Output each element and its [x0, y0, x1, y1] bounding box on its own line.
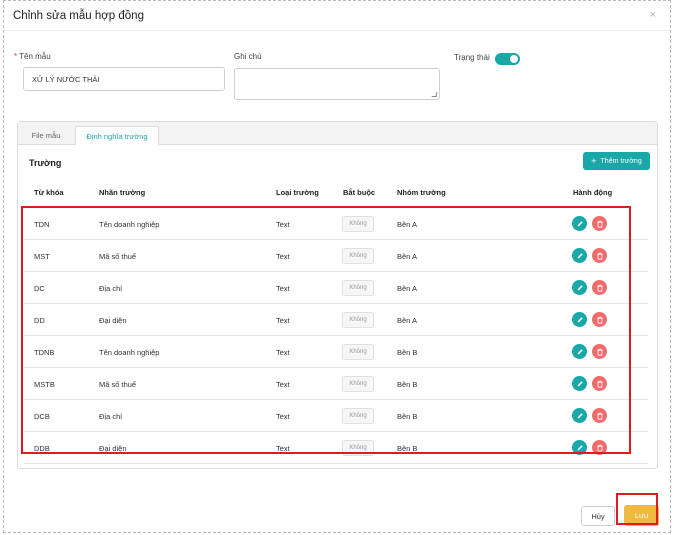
cell-label: Mã số thuế — [99, 251, 137, 261]
cell-type: Text — [276, 315, 290, 325]
delete-icon[interactable] — [592, 312, 607, 327]
table-row: DC Địa chỉ Text Không Bên A — [24, 272, 648, 304]
table-row: MST Mã số thuế Text Không Bên A — [24, 240, 648, 272]
table-row: TDNB Tên doanh nghiệp Text Không Bên B — [24, 336, 648, 368]
add-field-label: Thêm trường — [600, 157, 642, 165]
table-row: DD Đại diện Text Không Bên A — [24, 304, 648, 336]
required-badge: Không — [342, 248, 374, 264]
cell-type: Text — [276, 219, 290, 229]
cell-type: Text — [276, 283, 290, 293]
edit-icon[interactable] — [572, 408, 587, 423]
edit-icon[interactable] — [572, 440, 587, 455]
cell-type: Text — [276, 379, 290, 389]
edit-icon[interactable] — [572, 280, 587, 295]
required-mark: * — [14, 52, 18, 61]
delete-icon[interactable] — [592, 376, 607, 391]
cell-type: Text — [276, 347, 290, 357]
cell-label: Đại diện — [99, 443, 127, 453]
cell-label: Địa chỉ — [99, 411, 122, 421]
cell-label: Đại diện — [99, 315, 127, 325]
delete-icon[interactable] — [592, 344, 607, 359]
cell-key: TDNB — [34, 347, 55, 357]
delete-icon[interactable] — [592, 440, 607, 455]
cell-group: Bên B — [397, 411, 418, 421]
status-toggle[interactable] — [495, 53, 520, 65]
required-badge: Không — [342, 376, 374, 392]
edit-icon[interactable] — [572, 312, 587, 327]
fields-section-title: Trường — [29, 158, 62, 168]
cell-group: Bên B — [397, 347, 418, 357]
required-badge: Không — [342, 280, 374, 296]
cell-group: Bên A — [397, 219, 418, 229]
cell-type: Text — [276, 251, 290, 261]
add-field-button[interactable]: + Thêm trường — [583, 152, 650, 170]
delete-icon[interactable] — [592, 280, 607, 295]
col-header-label: Nhãn trường — [99, 188, 146, 197]
cell-key: TDN — [34, 219, 50, 229]
required-badge: Không — [342, 216, 374, 232]
edit-icon[interactable] — [572, 344, 587, 359]
cell-key: DCB — [34, 411, 50, 421]
cancel-button[interactable]: Hủy — [581, 506, 615, 526]
edit-contract-template-modal: Chỉnh sửa mẫu hợp đồng × * Tên mẫu XỬ LÝ … — [3, 0, 671, 533]
tab-file-template[interactable]: File mẫu — [18, 126, 74, 145]
cell-label: Mã số thuế — [99, 379, 137, 389]
required-badge: Không — [342, 408, 374, 424]
status-label: Trạng thái — [454, 53, 490, 62]
col-header-group: Nhóm trường — [397, 188, 446, 197]
cell-label: Tên doanh nghiệp — [99, 347, 160, 357]
cell-key: MST — [34, 251, 50, 261]
cell-group: Bên A — [397, 315, 418, 325]
modal-header: Chỉnh sửa mẫu hợp đồng × — [4, 1, 670, 31]
cell-group: Bên A — [397, 283, 418, 293]
fields-card: File mẫu Định nghĩa trường Trường + Thêm… — [17, 121, 658, 469]
edit-icon[interactable] — [572, 376, 587, 391]
delete-icon[interactable] — [592, 248, 607, 263]
tabs-bar: File mẫu Định nghĩa trường — [18, 122, 657, 146]
template-name-label-text: Tên mẫu — [19, 52, 51, 61]
save-button[interactable]: Lưu — [624, 505, 659, 526]
delete-icon[interactable] — [592, 408, 607, 423]
cell-type: Text — [276, 411, 290, 421]
toggle-knob — [510, 55, 518, 63]
required-badge: Không — [342, 344, 374, 360]
col-header-required: Bắt buộc — [343, 188, 376, 197]
edit-icon[interactable] — [572, 216, 587, 231]
note-label: Ghi chú — [234, 52, 262, 61]
col-header-key: Từ khóa — [34, 188, 64, 197]
plus-icon: + — [591, 156, 597, 166]
cell-type: Text — [276, 443, 290, 453]
required-badge: Không — [342, 440, 374, 456]
cell-group: Bên A — [397, 251, 418, 261]
cell-group: Bên B — [397, 443, 418, 453]
close-icon[interactable]: × — [650, 9, 656, 21]
note-textarea[interactable] — [234, 68, 440, 100]
delete-icon[interactable] — [592, 216, 607, 231]
template-name-input[interactable]: XỬ LÝ NƯỚC THẢI — [23, 67, 225, 91]
required-badge: Không — [342, 312, 374, 328]
resize-grip-icon[interactable] — [431, 92, 438, 97]
table-row: TDN Tên doanh nghiệp Text Không Bên A — [24, 208, 648, 240]
cell-group: Bên B — [397, 379, 418, 389]
cell-key: DD — [34, 315, 45, 325]
table-row: MSTB Mã số thuế Text Không Bên B — [24, 368, 648, 400]
table-row: DDB Đại diện Text Không Bên B — [24, 432, 648, 464]
edit-icon[interactable] — [572, 248, 587, 263]
cell-label: Địa chỉ — [99, 283, 122, 293]
tab-field-definition[interactable]: Định nghĩa trường — [75, 126, 159, 146]
template-name-value: XỬ LÝ NƯỚC THẢI — [32, 74, 100, 84]
modal-title: Chỉnh sửa mẫu hợp đồng — [13, 10, 144, 22]
cell-key: DDB — [34, 443, 50, 453]
cell-key: MSTB — [34, 379, 55, 389]
template-name-label: * Tên mẫu — [14, 52, 51, 61]
cell-key: DC — [34, 283, 45, 293]
cell-label: Tên doanh nghiệp — [99, 219, 160, 229]
col-header-type: Loại trường — [276, 188, 319, 197]
table-row: DCB Địa chỉ Text Không Bên B — [24, 400, 648, 432]
col-header-actions: Hành động — [573, 188, 613, 197]
